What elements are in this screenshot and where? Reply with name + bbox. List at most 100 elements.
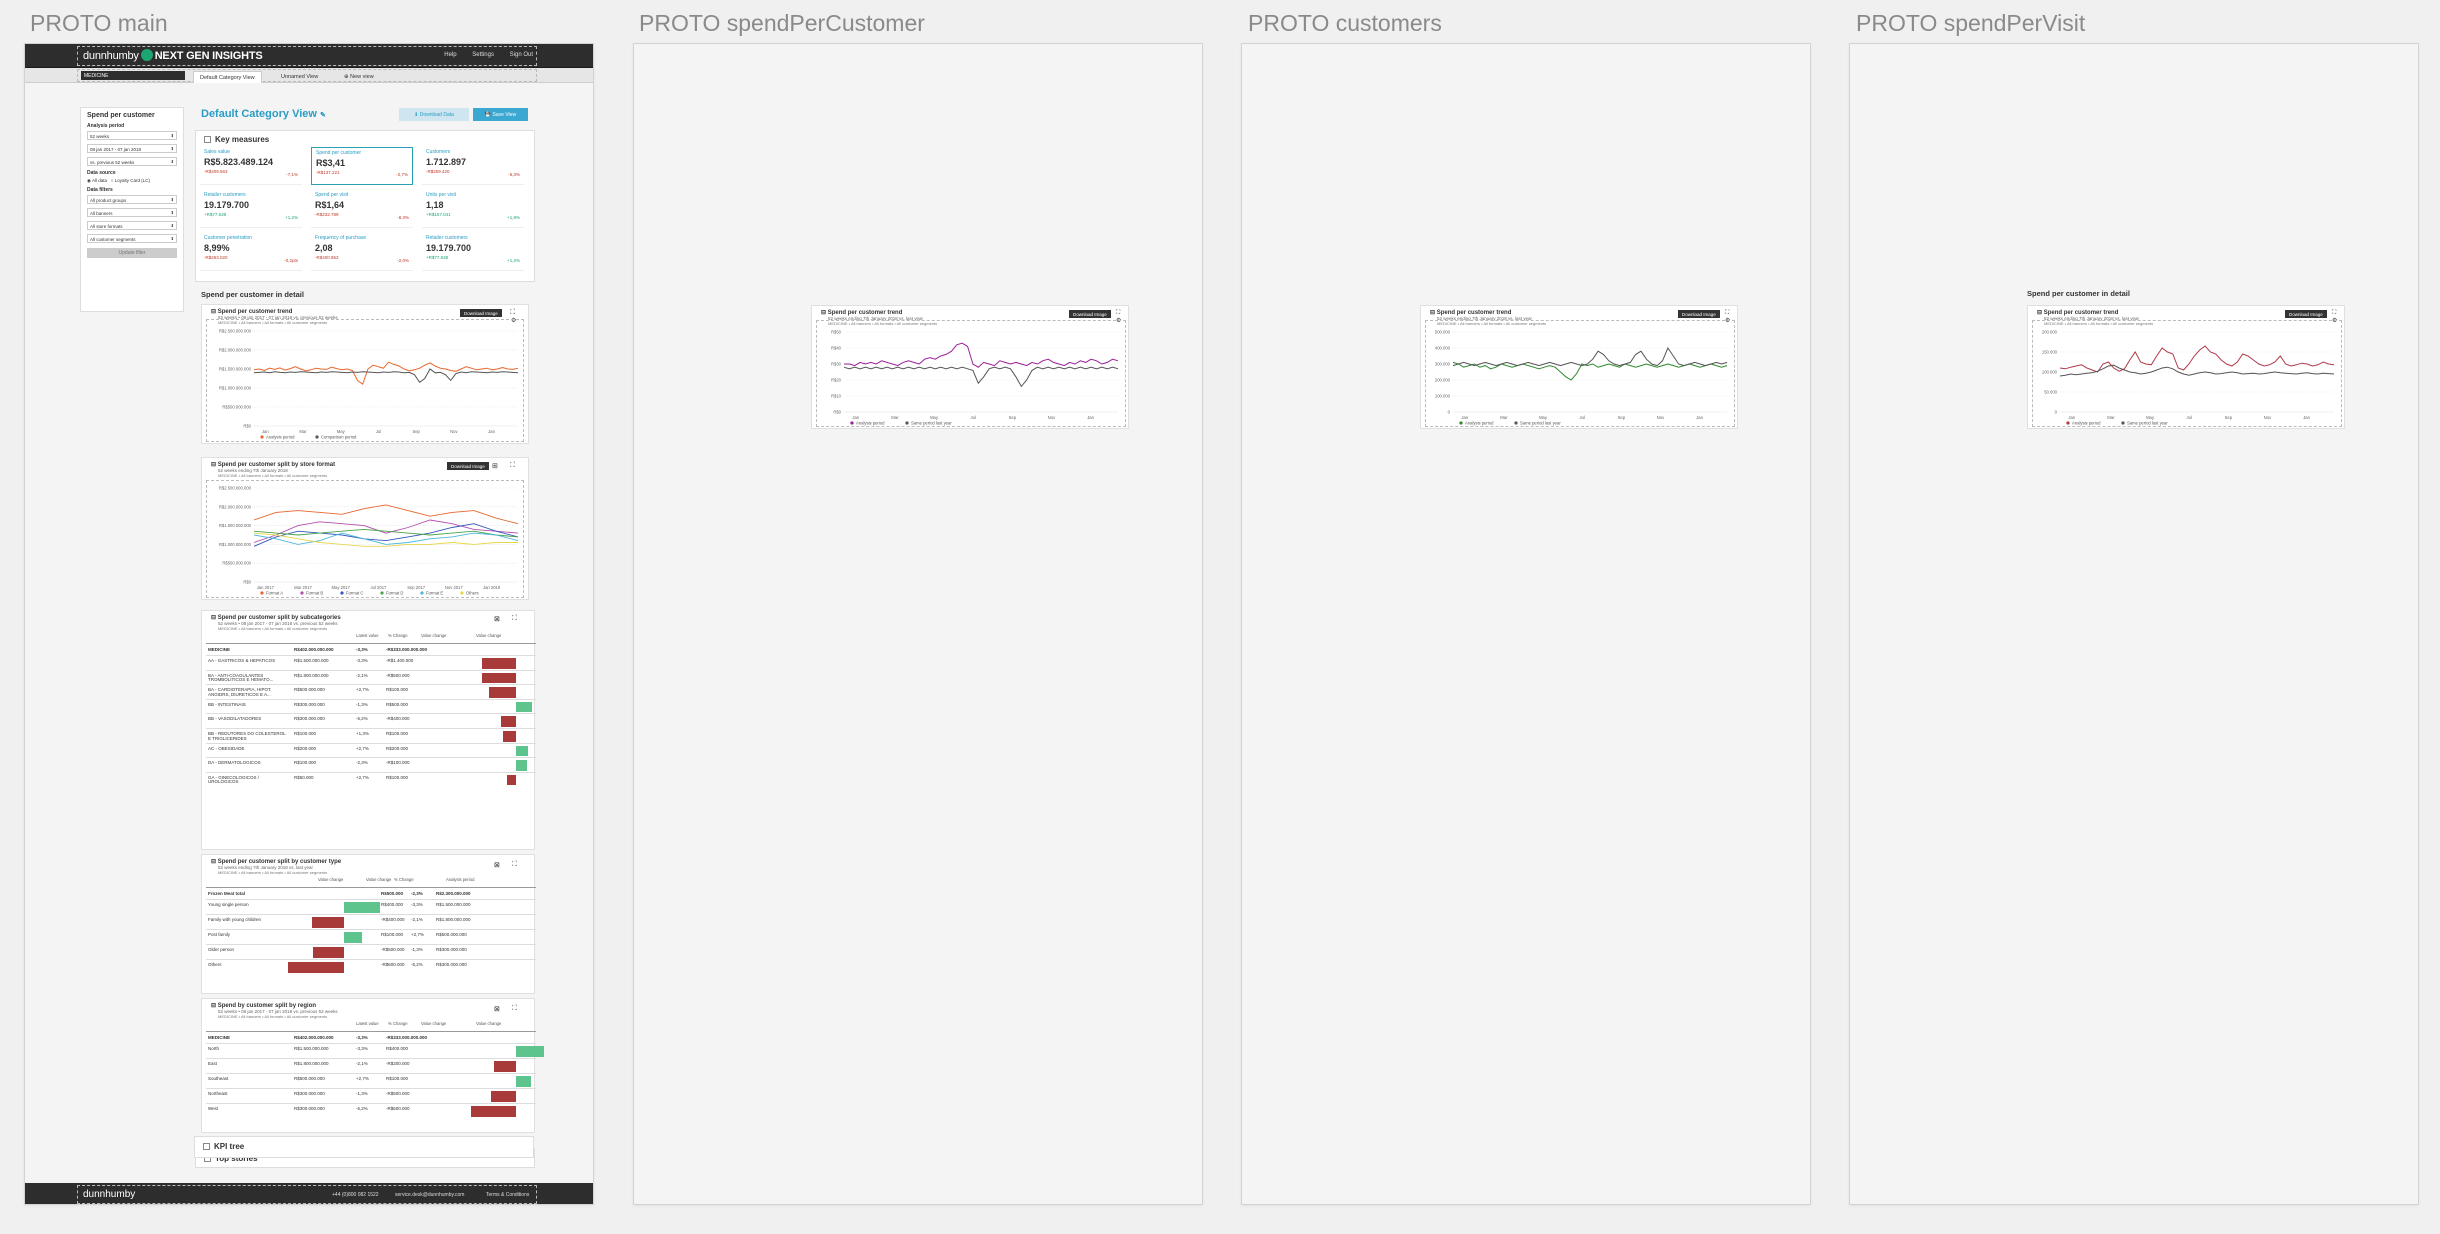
expand-icon[interactable]: ⛶ — [510, 462, 515, 470]
table-row[interactable]: DA - DERMATOLOGICOS R$100.000 -2,3% -R$100.… — [206, 757, 536, 772]
table-row[interactable]: Post family R$100.000 +2,7% R$500.000.000 — [206, 929, 536, 944]
collapse-icon[interactable]: ⊟ — [2037, 310, 2042, 316]
kpi-tile[interactable]: Units per visit 1,18 +R$157.041 +1,8% — [422, 190, 524, 228]
download-image-button[interactable]: Download Image — [1678, 310, 1720, 318]
kpi-tile[interactable]: Retailer customers 19.179.700 +R$77.638 +1,… — [422, 233, 524, 271]
table-row[interactable]: GA - GINECOLOGICOS / UROLOGICOS R$50.000 +… — [206, 771, 536, 787]
collapse-icon[interactable]: ⊟ — [821, 310, 826, 316]
expand-icon[interactable]: ⛶ — [512, 1005, 517, 1013]
table-row[interactable]: BA - CARDIOTERAPIA, HIPOT. ANGIDRS, DIUR… — [206, 684, 536, 699]
legend-label[interactable]: Comparison period — [321, 435, 357, 440]
tab-unnamed-view[interactable]: Unnamed View — [275, 71, 324, 83]
save-view-button[interactable]: 💾 Save View — [473, 108, 528, 121]
table-view-icon[interactable]: ⊞ — [492, 462, 498, 470]
collapse-icon[interactable]: ⊟ — [1430, 310, 1435, 316]
kpi-tile[interactable]: Spend per customer R$3,41 -R$137.221 -2,7% — [311, 147, 413, 185]
cell: -3,3% — [356, 658, 368, 663]
legend-label[interactable]: Others — [466, 591, 479, 596]
legend-label[interactable]: Same period last year — [1520, 421, 1561, 426]
expand-icon[interactable]: ⛶ — [512, 615, 517, 623]
change-bar — [344, 932, 362, 943]
kpi-tile[interactable]: Retailer customers 19.179.700 +R$77.638 +1,… — [200, 190, 302, 228]
legend-label[interactable]: Format C — [346, 591, 363, 596]
table-row[interactable]: Older person -R$500.000 -1,3% R$300.000.000 — [206, 944, 536, 959]
sign-out-link[interactable]: Sign Out — [510, 52, 533, 58]
expand-icon[interactable]: ⛶ — [1116, 310, 1120, 317]
legend-label[interactable]: Analysis period — [856, 421, 885, 426]
period-select[interactable]: 52 weeks — [87, 131, 177, 140]
y-tick-label: R$2.000.000.000 — [219, 504, 252, 509]
legend-label[interactable]: Analysis period — [1465, 421, 1494, 426]
table-row[interactable]: BA - ANTI-COAGULANTES TROMBOLITICOS E HE… — [206, 669, 536, 685]
cell: -1,3% — [356, 701, 368, 707]
radio-all-data[interactable]: ◉ All data — [87, 178, 107, 183]
legend-label[interactable]: Format E — [426, 591, 443, 596]
legend-label[interactable]: Format B — [306, 591, 323, 596]
kpi-tile[interactable]: Sales value R$5.823.489.124 -R$409.563 -7,1… — [200, 147, 302, 185]
kpi-tile[interactable]: Spend per visit R$1,64 -R$232.789 -8,3% — [311, 190, 413, 228]
edit-icon[interactable]: ✎ — [320, 112, 326, 119]
chart-view-icon[interactable]: ⊠ — [494, 615, 500, 623]
tab-new-view[interactable]: ⊕ New view — [338, 71, 380, 83]
table-row[interactable]: West R$300.000.000 -5,2% -R$600.000 — [206, 1103, 536, 1118]
proto-trend-chart: 200.000 150.000 100.000 50.000 0 Jan Mar May Jul… — [2042, 330, 2335, 426]
update-filter-button[interactable]: Update filter — [87, 248, 177, 258]
radio-loyalty[interactable]: ○ Loyalty Card (LC) — [111, 178, 150, 183]
kpi-tile[interactable]: Customers 1.712.897 -R$259.420 -5,3% — [422, 147, 524, 185]
chart-view-icon[interactable]: ⊠ — [494, 861, 500, 869]
legend-label[interactable]: Same period last year — [2127, 421, 2168, 426]
table-row[interactable]: Northeast R$300.000.000 -1,3% -R$500.000 — [206, 1088, 536, 1103]
table-row[interactable]: Southeast R$500.000.000 +2,7% R$100.000 — [206, 1073, 536, 1088]
x-tick-label: Jan 2018 — [483, 585, 501, 590]
table-row[interactable]: BB - INTESTINAIS R$300.000.000 -1,3% R$500.… — [206, 698, 536, 714]
product-group-select[interactable]: All product groups — [87, 195, 177, 204]
legend-label[interactable]: Analysis period — [2072, 421, 2101, 426]
column-header: Value change — [421, 1021, 447, 1026]
cell: R$100.000 — [386, 731, 409, 736]
kpi-tree-panel[interactable]: KPI tree — [194, 1136, 534, 1158]
table-row[interactable]: East R$1.800.000.000 -2,1% -R$200.000 — [206, 1058, 536, 1073]
download-image-button[interactable]: Download Image — [2285, 310, 2327, 318]
key-measures-title[interactable]: Key measures — [204, 135, 269, 144]
terms-link[interactable]: Terms & Conditions — [486, 1192, 529, 1198]
date-range-select[interactable]: 08 jan 2017 - 07 jan 2018 — [87, 144, 177, 153]
table-row[interactable]: BB - VASODILATADORES R$300.000.000 -5,2% -R… — [206, 713, 536, 728]
download-image-button[interactable]: Download Image — [1069, 310, 1111, 318]
download-image-button[interactable]: Download Image — [447, 462, 489, 470]
kpi-tile[interactable]: Customer penetration 8,99% -R$263.020 -0,2p… — [200, 233, 302, 271]
expand-icon[interactable]: ⛶ — [510, 309, 515, 317]
compare-select[interactable]: vs. previous 52 weeks — [87, 157, 177, 166]
legend-label[interactable]: Format D — [386, 591, 403, 596]
banner-select[interactable]: All banners — [87, 208, 177, 217]
download-data-button[interactable]: ⬇ Download Data — [399, 108, 469, 121]
expand-icon[interactable]: ⛶ — [1725, 310, 1729, 317]
proto-card-title: ⊟ Spend per customer trend — [1430, 309, 1511, 316]
download-image-button[interactable]: Download Image — [460, 309, 502, 317]
legend-label[interactable]: Format A — [266, 591, 283, 596]
kpi-pct: -8,3% — [397, 215, 409, 220]
footer-email-link[interactable]: service.desk@dunnhumby.com — [395, 1192, 464, 1198]
category-select[interactable]: MEDICINE — [81, 71, 185, 80]
kpi-tile[interactable]: Frequency of purchase 2,08 -R$400.953 -2,0% — [311, 233, 413, 271]
table-row[interactable]: Others -R$600.000 -5,2% R$300.000.000 — [206, 959, 536, 974]
customer-segment-select[interactable]: All customer segments — [87, 234, 177, 243]
brand-logo[interactable]: dunnhumby NEXT GEN INSIGHTS — [83, 49, 263, 62]
table-row[interactable]: AA - GASTRICOS & HEPATICOS R$1.500.000.00… — [206, 655, 536, 670]
tab-default-category-view[interactable]: Default Category View — [193, 71, 262, 83]
table-row[interactable]: AC - OBESIDADE R$200.000 +2,7% R$200.000 — [206, 742, 536, 758]
table-row[interactable]: BB - REDUTORES DO COLESTEROL E TRIGLICER… — [206, 728, 536, 743]
table-row[interactable]: Family with young children -R$400.000 -2,1… — [206, 914, 536, 929]
expand-icon[interactable]: ⛶ — [2332, 310, 2336, 317]
help-link[interactable]: Help — [444, 52, 456, 58]
settings-link[interactable]: Settings — [472, 52, 494, 58]
chart-view-icon[interactable]: ⊠ — [494, 1005, 500, 1013]
table-row[interactable]: Young single person R$400.000 -3,3% R$1.500… — [206, 899, 536, 914]
expand-icon[interactable]: ⛶ — [512, 861, 517, 869]
store-format-select[interactable]: All store formats — [87, 221, 177, 230]
table-row[interactable]: North R$1.500.000.000 -3,3% R$400.000 — [206, 1043, 544, 1058]
cell: R$300.000.000 — [294, 701, 325, 707]
legend-marker — [315, 435, 319, 439]
y-tick-label: R$2.000.000.000 — [219, 348, 252, 353]
legend-label[interactable]: Analysis period — [266, 435, 295, 440]
legend-label[interactable]: Same period last year — [911, 421, 952, 426]
